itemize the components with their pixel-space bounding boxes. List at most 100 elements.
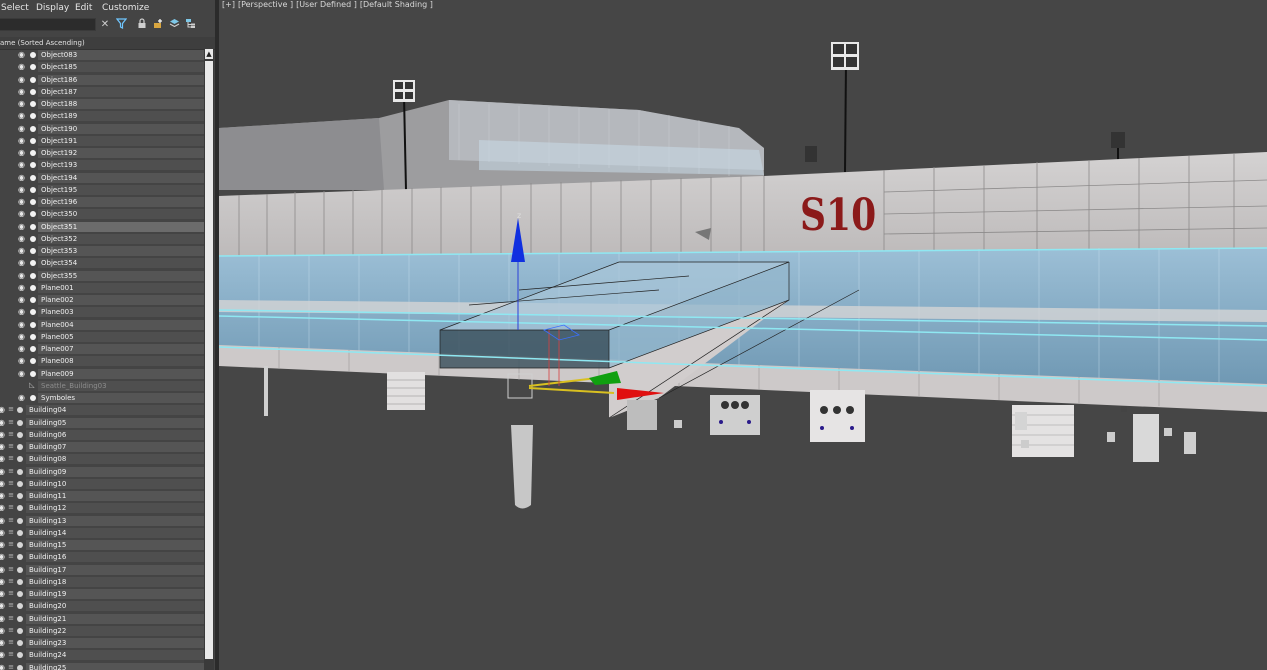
visibility-eye-icon[interactable]: ◉ — [17, 208, 26, 220]
object-list-item[interactable]: ◉ Plane004 — [0, 319, 204, 331]
freeze-dot-icon[interactable] — [30, 284, 36, 291]
visibility-eye-icon[interactable]: ◉ — [0, 404, 6, 416]
building-list-item[interactable]: ◉ ≡ Building24 — [0, 649, 204, 661]
visibility-eye-icon[interactable]: ◉ — [17, 331, 26, 343]
layer-stack-icon[interactable]: ≡ — [7, 430, 15, 439]
freeze-dot-icon[interactable] — [30, 260, 36, 267]
visibility-eye-icon[interactable]: ◉ — [17, 355, 26, 367]
freeze-dot-icon[interactable] — [30, 113, 36, 120]
visibility-eye-icon[interactable]: ◉ — [0, 490, 6, 502]
visibility-eye-icon[interactable]: ◉ — [0, 429, 6, 441]
object-list-item[interactable]: ◉ Object195 — [0, 184, 204, 196]
layers-icon[interactable] — [168, 18, 180, 32]
visibility-eye-icon[interactable]: ◉ — [0, 637, 6, 649]
layer-stack-icon[interactable]: ≡ — [7, 638, 15, 647]
visibility-eye-icon[interactable]: ◉ — [0, 625, 6, 637]
freeze-dot-icon[interactable] — [30, 64, 36, 71]
freeze-dot-icon[interactable] — [30, 309, 36, 316]
freeze-dot-icon[interactable] — [17, 591, 23, 597]
visibility-eye-icon[interactable]: ◉ — [17, 86, 26, 98]
object-list-item[interactable]: ◉ Plane001 — [0, 282, 204, 294]
freeze-dot-icon[interactable] — [17, 554, 23, 561]
layer-stack-icon[interactable]: ≡ — [7, 601, 15, 610]
freeze-dot-icon[interactable] — [30, 211, 36, 218]
visibility-eye-icon[interactable]: ◉ — [17, 49, 26, 61]
visibility-eye-icon[interactable]: ◉ — [17, 184, 26, 196]
freeze-dot-icon[interactable] — [30, 52, 36, 58]
layer-stack-icon[interactable]: ≡ — [7, 503, 15, 512]
object-list-item[interactable]: ◺ Seattle_Building03 — [0, 380, 204, 392]
layer-stack-icon[interactable]: ≡ — [7, 467, 15, 476]
object-list-item[interactable]: ◉ Object351 — [0, 221, 204, 233]
visibility-eye-icon[interactable]: ◉ — [17, 74, 26, 86]
freeze-dot-icon[interactable] — [30, 395, 36, 401]
visibility-eye-icon[interactable]: ◉ — [17, 270, 26, 282]
building-list-item[interactable]: ◉ ≡ Building17 — [0, 564, 204, 576]
viewport-camera-label[interactable]: [User Defined ] — [296, 0, 357, 9]
layer-stack-icon[interactable]: ≡ — [7, 540, 15, 549]
building-list-item[interactable]: ◉ ≡ Building21 — [0, 613, 204, 625]
layer-stack-icon[interactable]: ≡ — [7, 442, 15, 451]
layer-stack-icon[interactable]: ≡ — [7, 663, 15, 670]
building-list-item[interactable]: ◉ ≡ Building15 — [0, 539, 204, 551]
menu-edit[interactable]: Edit — [75, 0, 92, 16]
freeze-dot-icon[interactable] — [17, 603, 23, 610]
visibility-eye-icon[interactable]: ◉ — [0, 613, 6, 625]
visibility-eye-icon[interactable]: ◉ — [17, 257, 26, 269]
explorer-scrollbar[interactable]: ▲ — [204, 49, 214, 670]
object-list-item[interactable]: ◉ Plane005 — [0, 331, 204, 343]
object-list-item[interactable]: ◉ Object354 — [0, 257, 204, 269]
layer-stack-icon[interactable]: ≡ — [7, 589, 15, 598]
freeze-dot-icon[interactable] — [30, 162, 36, 169]
object-list-item[interactable]: ◉ Plane008 — [0, 355, 204, 367]
building-list-item[interactable]: ◉ ≡ Building13 — [0, 515, 204, 527]
layer-stack-icon[interactable]: ≡ — [7, 479, 15, 488]
menu-select[interactable]: Select — [1, 0, 29, 16]
layer-stack-icon[interactable]: ≡ — [7, 650, 15, 659]
viewport-scene[interactable]: S10 z — [219, 0, 1267, 670]
freeze-dot-icon[interactable] — [17, 664, 23, 670]
object-list-item[interactable]: ◉ Object187 — [0, 86, 204, 98]
layer-stack-icon[interactable]: ≡ — [7, 405, 15, 414]
visibility-eye-icon[interactable]: ◉ — [17, 123, 26, 135]
freeze-dot-icon[interactable] — [17, 407, 23, 414]
freeze-dot-icon[interactable] — [17, 505, 23, 512]
hierarchy-icon[interactable] — [184, 18, 196, 32]
layer-stack-icon[interactable]: ≡ — [7, 528, 15, 537]
object-list-item[interactable]: ◉ Plane007 — [0, 343, 204, 355]
clear-icon[interactable]: ✕ — [99, 18, 111, 32]
freeze-dot-icon[interactable] — [17, 578, 23, 585]
lock-icon[interactable] — [136, 18, 148, 32]
object-list-item[interactable]: ◉ Object190 — [0, 123, 204, 135]
freeze-dot-icon[interactable] — [17, 456, 23, 463]
building-list-item[interactable]: ◉ ≡ Building04 — [0, 404, 204, 416]
freeze-dot-icon[interactable] — [17, 468, 23, 475]
freeze-dot-icon[interactable] — [17, 419, 23, 426]
object-list-item[interactable]: ◉ Object191 — [0, 135, 204, 147]
layer-stack-icon[interactable]: ≡ — [7, 516, 15, 525]
visibility-eye-icon[interactable]: ◉ — [17, 245, 26, 257]
freeze-dot-icon[interactable] — [17, 444, 23, 450]
building-list-item[interactable]: ◉ ≡ Building20 — [0, 600, 204, 612]
visibility-eye-icon[interactable]: ◉ — [17, 282, 26, 294]
object-list-item[interactable]: ◉ Object083 — [0, 49, 204, 61]
freeze-dot-icon[interactable] — [30, 125, 36, 132]
visibility-eye-icon[interactable]: ◉ — [17, 98, 26, 110]
visibility-eye-icon[interactable]: ◉ — [17, 147, 26, 159]
visibility-eye-icon[interactable]: ◉ — [17, 172, 26, 184]
building-list-item[interactable]: ◉ ≡ Building06 — [0, 429, 204, 441]
perspective-viewport[interactable]: S10 z [+] [Perspective] [User Defined]… — [219, 0, 1267, 670]
layer-stack-icon[interactable]: ≡ — [7, 552, 15, 561]
visibility-eye-icon[interactable]: ◉ — [0, 588, 6, 600]
menu-display[interactable]: Display — [36, 0, 69, 16]
object-list-item[interactable]: ◉ Object193 — [0, 159, 204, 171]
freeze-dot-icon[interactable] — [17, 566, 23, 573]
add-layer-icon[interactable] — [152, 18, 164, 32]
layer-stack-icon[interactable]: ≡ — [7, 626, 15, 635]
object-list-item[interactable]: ◉ Plane002 — [0, 294, 204, 306]
freeze-dot-icon[interactable] — [30, 248, 36, 254]
freeze-dot-icon[interactable] — [30, 370, 36, 377]
building-list-item[interactable]: ◉ ≡ Building23 — [0, 637, 204, 649]
viewport-shading-label[interactable]: [Default Shading ] — [360, 0, 433, 9]
object-list-item[interactable]: ◉ Object192 — [0, 147, 204, 159]
